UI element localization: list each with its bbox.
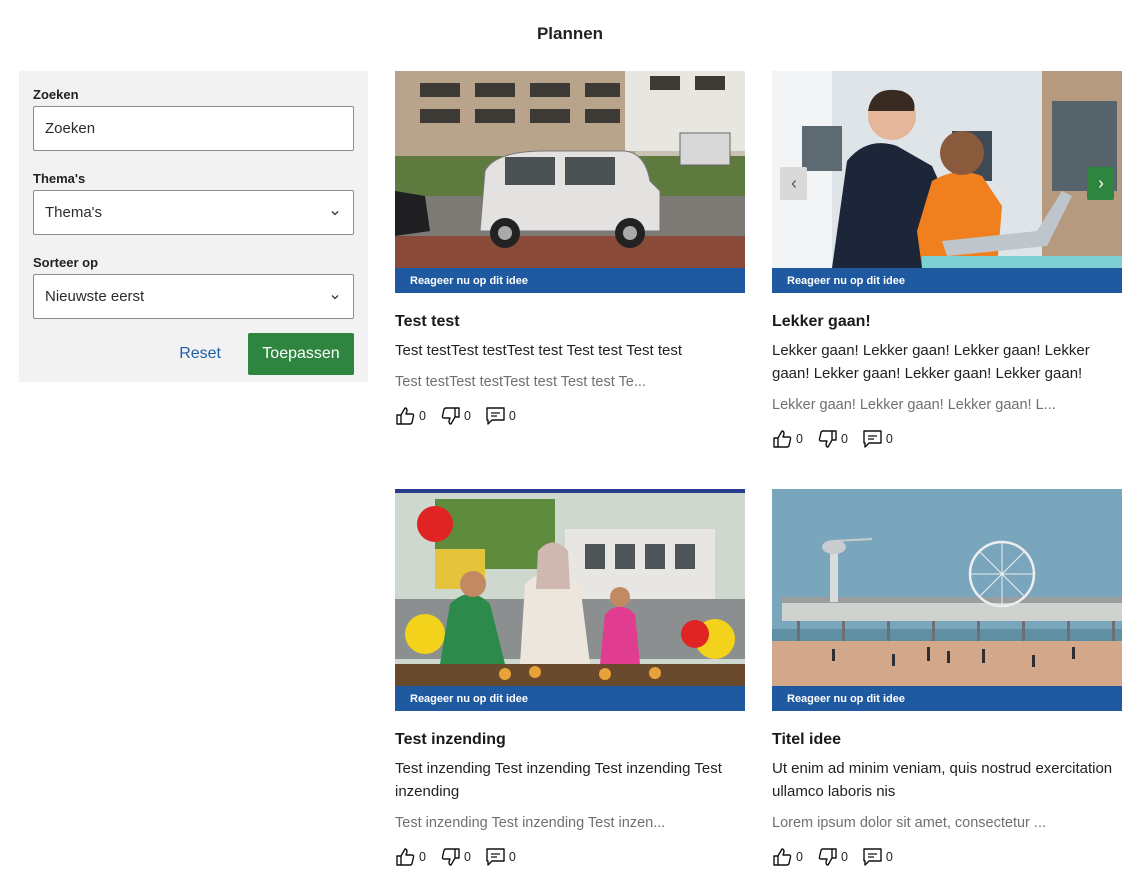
card-image[interactable]: Reageer nu op dit idee bbox=[772, 489, 1122, 711]
dislike-button[interactable]: 0 bbox=[440, 406, 471, 426]
office-people-photo bbox=[772, 71, 1122, 268]
dislike-count: 0 bbox=[463, 409, 471, 423]
dislike-count: 0 bbox=[840, 850, 848, 864]
card-title[interactable]: Lekker gaan! bbox=[772, 313, 1122, 331]
thumbs-up-icon bbox=[396, 407, 415, 425]
like-button[interactable]: 0 bbox=[772, 429, 803, 449]
card-image-carousel[interactable]: Reageer nu op dit idee bbox=[772, 71, 1122, 293]
card-banner: Reageer nu op dit idee bbox=[772, 686, 1122, 711]
search-label: Zoeken bbox=[33, 87, 79, 102]
apply-button[interactable]: Toepassen bbox=[248, 333, 354, 375]
comment-count: 0 bbox=[885, 850, 893, 864]
card-title[interactable]: Titel idee bbox=[772, 731, 1122, 749]
card-excerpt: Test testTest testTest test Test test Te… bbox=[395, 374, 646, 390]
like-count: 0 bbox=[419, 850, 426, 864]
sort-label: Sorteer op bbox=[33, 255, 99, 270]
themes-select[interactable]: Thema's bbox=[33, 190, 354, 235]
comments-button[interactable]: 0 bbox=[862, 429, 893, 449]
comment-count: 0 bbox=[508, 409, 516, 423]
card-excerpt: Lekker gaan! Lekker gaan! Lekker gaan! L… bbox=[772, 397, 1056, 413]
comment-count: 0 bbox=[508, 850, 516, 864]
filter-panel: Zoeken Zoeken Thema's Thema's Sorteer op… bbox=[19, 71, 368, 382]
card-banner: Reageer nu op dit idee bbox=[772, 268, 1122, 293]
like-button[interactable]: 0 bbox=[395, 406, 426, 426]
comment-icon bbox=[863, 430, 882, 448]
card-banner: Reageer nu op dit idee bbox=[395, 686, 745, 711]
like-button[interactable]: 0 bbox=[395, 847, 426, 867]
themes-select-value: Thema's bbox=[45, 204, 103, 221]
thumbs-down-icon bbox=[441, 407, 460, 425]
card-banner: Reageer nu op dit idee bbox=[395, 268, 745, 293]
chevron-left-icon bbox=[791, 179, 796, 188]
comment-count: 0 bbox=[885, 432, 893, 446]
chevron-down-icon bbox=[331, 210, 339, 215]
dislike-count: 0 bbox=[840, 432, 848, 446]
chevron-down-icon bbox=[331, 294, 339, 299]
comment-icon bbox=[863, 848, 882, 866]
like-count: 0 bbox=[419, 409, 426, 423]
chevron-right-icon bbox=[1098, 179, 1103, 188]
filter-actions: Reset Toepassen bbox=[33, 333, 354, 375]
page-title: Plannen bbox=[536, 24, 604, 43]
carousel-prev-button[interactable] bbox=[780, 167, 807, 200]
idea-card[interactable]: Reageer nu op dit idee Test inzending Te… bbox=[395, 489, 745, 867]
dislike-count: 0 bbox=[463, 850, 471, 864]
sort-select-value: Nieuwste eerst bbox=[45, 288, 145, 305]
card-image[interactable]: Reageer nu op dit idee bbox=[395, 71, 745, 293]
carousel-next-button[interactable] bbox=[1087, 167, 1114, 200]
thumbs-up-icon bbox=[396, 848, 415, 866]
idea-card[interactable]: Reageer nu op dit idee Titel idee Ut eni… bbox=[772, 489, 1122, 867]
search-input-placeholder: Zoeken bbox=[45, 120, 96, 137]
like-count: 0 bbox=[796, 850, 803, 864]
card-title[interactable]: Test test bbox=[395, 313, 745, 331]
card-description: Test inzending Test inzending Test inzen… bbox=[395, 760, 722, 800]
card-excerpt: Lorem ipsum dolor sit amet, consectetur … bbox=[772, 815, 1046, 831]
search-input[interactable]: Zoeken bbox=[33, 106, 354, 151]
idea-card[interactable]: Reageer nu op dit idee Test test Test te… bbox=[395, 71, 745, 426]
comments-button[interactable]: 0 bbox=[485, 847, 516, 867]
card-description: Lekker gaan! Lekker gaan! Lekker gaan! L… bbox=[772, 342, 1090, 382]
comment-icon bbox=[486, 407, 505, 425]
street-car-photo bbox=[395, 71, 745, 268]
card-stats: 0 0 0 bbox=[772, 429, 1122, 449]
comments-button[interactable]: 0 bbox=[485, 406, 516, 426]
dislike-button[interactable]: 0 bbox=[440, 847, 471, 867]
comment-icon bbox=[486, 848, 505, 866]
like-button[interactable]: 0 bbox=[772, 847, 803, 867]
card-description: Test testTest testTest test Test test Te… bbox=[395, 342, 683, 359]
comments-button[interactable]: 0 bbox=[862, 847, 893, 867]
like-count: 0 bbox=[796, 432, 803, 446]
dislike-button[interactable]: 0 bbox=[817, 429, 848, 449]
thumbs-up-icon bbox=[773, 430, 792, 448]
card-image[interactable]: Reageer nu op dit idee bbox=[395, 489, 745, 711]
sort-select[interactable]: Nieuwste eerst bbox=[33, 274, 354, 319]
reset-link[interactable]: Reset bbox=[179, 345, 221, 363]
card-stats: 0 0 0 bbox=[395, 406, 745, 426]
thumbs-down-icon bbox=[441, 848, 460, 866]
themes-label: Thema's bbox=[33, 171, 86, 186]
card-stats: 0 0 0 bbox=[772, 847, 1122, 867]
card-stats: 0 0 0 bbox=[395, 847, 745, 867]
dislike-button[interactable]: 0 bbox=[817, 847, 848, 867]
street-market-photo bbox=[395, 489, 745, 686]
card-description: Ut enim ad minim veniam, quis nostrud ex… bbox=[772, 760, 1113, 800]
thumbs-up-icon bbox=[773, 848, 792, 866]
idea-card[interactable]: Reageer nu op dit idee Lekker gaan! Lekk… bbox=[772, 71, 1122, 449]
card-excerpt: Test inzending Test inzending Test inzen… bbox=[395, 815, 666, 831]
thumbs-down-icon bbox=[818, 430, 837, 448]
beach-pier-photo bbox=[772, 489, 1122, 686]
card-title[interactable]: Test inzending bbox=[395, 731, 745, 749]
thumbs-down-icon bbox=[818, 848, 837, 866]
